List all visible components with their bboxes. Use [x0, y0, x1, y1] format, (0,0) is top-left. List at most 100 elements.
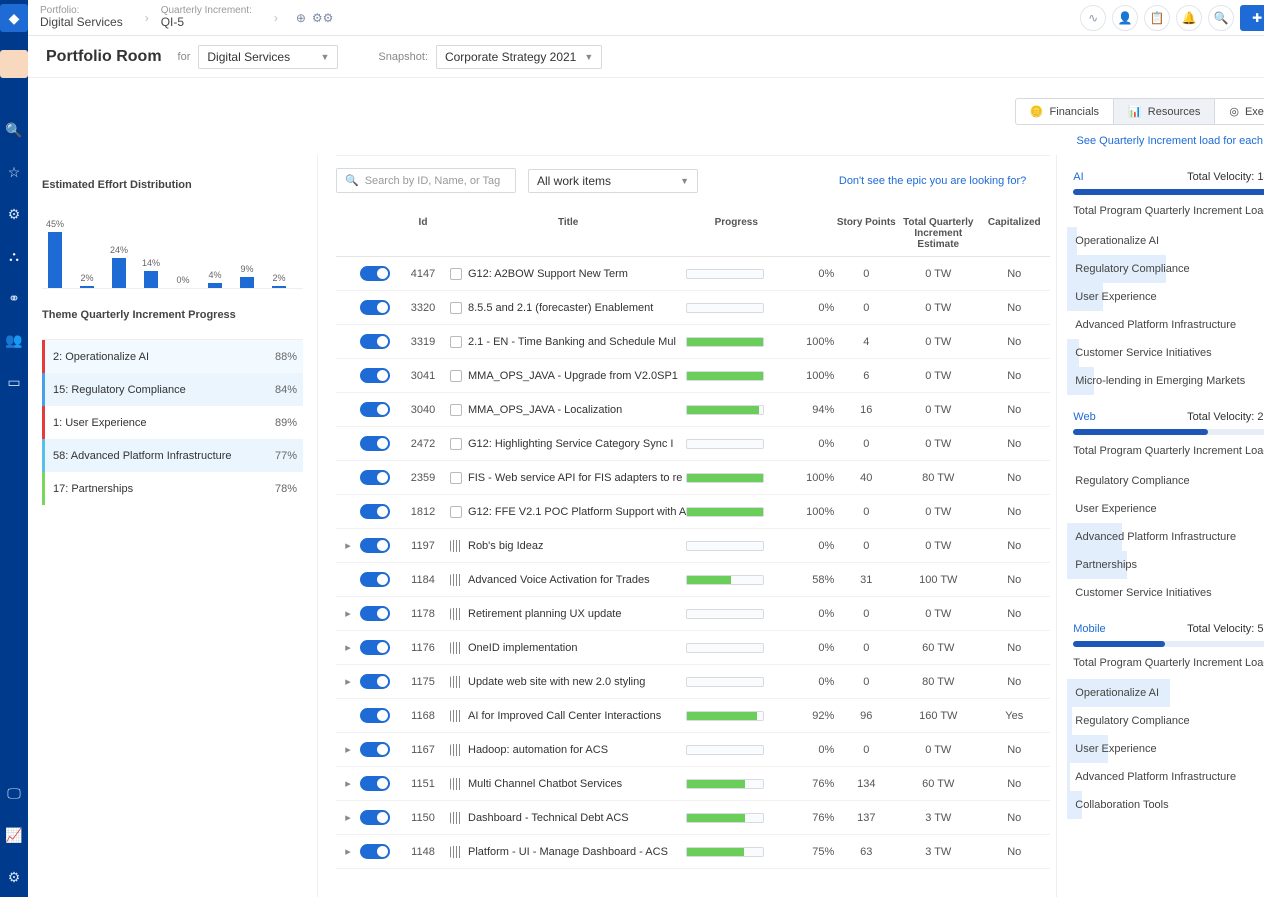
program-line[interactable]: Advanced Platform Infrastructure1%: [1073, 763, 1264, 791]
col-story-points[interactable]: Story Points: [834, 217, 898, 250]
row-title[interactable]: MMA_OPS_JAVA - Localization: [468, 404, 622, 416]
activity-icon[interactable]: ∿: [1080, 5, 1106, 31]
program-line[interactable]: Partnerships25%: [1073, 551, 1264, 579]
bell-icon[interactable]: 🔔: [1176, 5, 1202, 31]
include-toggle[interactable]: [360, 572, 390, 587]
program-line[interactable]: Operationalize AI4%: [1073, 227, 1264, 255]
program-line[interactable]: Customer Service Initiatives0%: [1073, 579, 1264, 607]
include-toggle[interactable]: [360, 640, 390, 655]
row-title[interactable]: Update web site with new 2.0 styling: [468, 676, 645, 688]
program-line[interactable]: Regulatory Compliance2%: [1073, 707, 1264, 735]
clipboard-icon[interactable]: 📋: [1144, 5, 1170, 31]
include-toggle[interactable]: [360, 470, 390, 485]
row-title[interactable]: Hadoop: automation for ACS: [468, 744, 608, 756]
include-toggle[interactable]: [360, 538, 390, 553]
row-title[interactable]: G12: Highlighting Service Category Sync …: [468, 438, 673, 450]
snapshot-select[interactable]: Corporate Strategy 2021▼: [436, 45, 602, 69]
row-title[interactable]: Retirement planning UX update: [468, 608, 621, 620]
row-title[interactable]: AI for Improved Call Center Interactions: [468, 710, 661, 722]
expand-icon[interactable]: ▸: [336, 641, 360, 654]
program-line[interactable]: User Experience17%: [1073, 735, 1264, 763]
bar[interactable]: [80, 286, 94, 288]
program-line[interactable]: Customer Service Initiatives5%: [1073, 339, 1264, 367]
row-title[interactable]: MMA_OPS_JAVA - Upgrade from V2.0SP1: [468, 370, 678, 382]
gears-icon[interactable]: ⚙⚙: [312, 11, 334, 25]
portfolio-select[interactable]: Digital Services▼: [198, 45, 338, 69]
tab-execution[interactable]: ◎Execution: [1214, 98, 1264, 125]
tab-financials[interactable]: 🪙Financials: [1015, 98, 1114, 125]
theme-row[interactable]: 58: Advanced Platform Infrastructure77%: [42, 439, 303, 472]
row-title[interactable]: Platform - UI - Manage Dashboard - ACS: [468, 846, 668, 858]
include-toggle[interactable]: [360, 266, 390, 281]
program-line[interactable]: Advanced Platform Infrastructure0%: [1073, 311, 1264, 339]
col-progress[interactable]: Progress: [686, 217, 786, 250]
row-title[interactable]: G12: FFE V2.1 POC Platform Support with …: [468, 506, 686, 518]
tab-resources[interactable]: 📊Resources: [1114, 98, 1214, 125]
program-name[interactable]: AI: [1073, 171, 1083, 183]
profile-icon[interactable]: 👤: [1112, 5, 1138, 31]
program-line[interactable]: User Experience0%: [1073, 495, 1264, 523]
search-top-icon[interactable]: 🔍: [1208, 5, 1234, 31]
col-title[interactable]: Title: [444, 217, 686, 250]
program-line[interactable]: User Experience15%: [1073, 283, 1264, 311]
expand-icon[interactable]: ▸: [336, 743, 360, 756]
theme-row[interactable]: 1: User Experience89%: [42, 406, 303, 439]
bar[interactable]: [112, 258, 126, 288]
qi-load-link[interactable]: See Quarterly Increment load for each Pr…: [1077, 135, 1264, 147]
row-title[interactable]: Dashboard - Technical Debt ACS: [468, 812, 629, 824]
include-toggle[interactable]: [360, 402, 390, 417]
include-toggle[interactable]: [360, 742, 390, 757]
bar[interactable]: [208, 283, 222, 288]
program-line[interactable]: Regulatory Compliance0%: [1073, 467, 1264, 495]
expand-icon[interactable]: ▸: [336, 811, 360, 824]
settings-icon[interactable]: ⚙: [2, 865, 26, 889]
row-title[interactable]: Rob's big Ideaz: [468, 540, 543, 552]
program-line[interactable]: Micro-lending in Emerging Markets11%: [1073, 367, 1264, 395]
theme-row[interactable]: 17: Partnerships78%: [42, 472, 303, 505]
theme-row[interactable]: 2: Operationalize AI88%: [42, 340, 303, 373]
program-icon[interactable]: ⚭: [2, 286, 26, 310]
search-icon[interactable]: 🔍: [2, 118, 26, 142]
work-items-filter[interactable]: All work items▼: [528, 169, 698, 193]
row-title[interactable]: FIS - Web service API for FIS adapters t…: [468, 472, 682, 484]
portfolio-icon[interactable]: ⛬: [2, 244, 26, 268]
program-name[interactable]: Web: [1073, 411, 1095, 423]
expand-icon[interactable]: ▸: [336, 607, 360, 620]
create-button[interactable]: ✚Create: [1240, 5, 1264, 31]
row-title[interactable]: Multi Channel Chatbot Services: [468, 778, 622, 790]
include-toggle[interactable]: [360, 436, 390, 451]
bar[interactable]: [48, 232, 62, 288]
include-toggle[interactable]: [360, 810, 390, 825]
include-toggle[interactable]: [360, 776, 390, 791]
bar[interactable]: [240, 277, 254, 288]
favorites-icon[interactable]: ☆: [2, 160, 26, 184]
include-toggle[interactable]: [360, 300, 390, 315]
row-title[interactable]: G12: A2BOW Support New Term: [468, 268, 628, 280]
row-title[interactable]: OneID implementation: [468, 642, 577, 654]
row-title[interactable]: Advanced Voice Activation for Trades: [468, 574, 650, 586]
include-toggle[interactable]: [360, 368, 390, 383]
include-toggle[interactable]: [360, 606, 390, 621]
bar[interactable]: [272, 286, 286, 288]
include-toggle[interactable]: [360, 844, 390, 859]
theme-row[interactable]: 15: Regulatory Compliance84%: [42, 373, 303, 406]
expand-icon[interactable]: ▸: [336, 777, 360, 790]
missing-epic-link[interactable]: Don't see the epic you are looking for?: [839, 175, 1026, 187]
monitor-icon[interactable]: 🖵: [2, 781, 26, 805]
plus-icon[interactable]: ⊕: [296, 11, 306, 25]
card-icon[interactable]: ▭: [2, 370, 26, 394]
col-capitalized[interactable]: Capitalized: [978, 217, 1050, 250]
team-icon[interactable]: 👥: [2, 328, 26, 352]
include-toggle[interactable]: [360, 674, 390, 689]
include-toggle[interactable]: [360, 334, 390, 349]
program-line[interactable]: Collaboration Tools6%: [1073, 791, 1264, 819]
program-line[interactable]: Operationalize AI43%: [1073, 679, 1264, 707]
col-id[interactable]: Id: [402, 217, 444, 250]
breadcrumb-quarterly-increment[interactable]: Quarterly Increment: QI-5: [161, 5, 252, 29]
reports-icon[interactable]: 📈: [2, 823, 26, 847]
search-input[interactable]: 🔍Search by ID, Name, or Tag: [336, 168, 516, 193]
user-avatar[interactable]: [0, 50, 28, 78]
program-line[interactable]: Regulatory Compliance41%: [1073, 255, 1264, 283]
bar[interactable]: [144, 271, 158, 288]
col-estimate[interactable]: Total Quarterly Increment Estimate: [898, 217, 978, 250]
